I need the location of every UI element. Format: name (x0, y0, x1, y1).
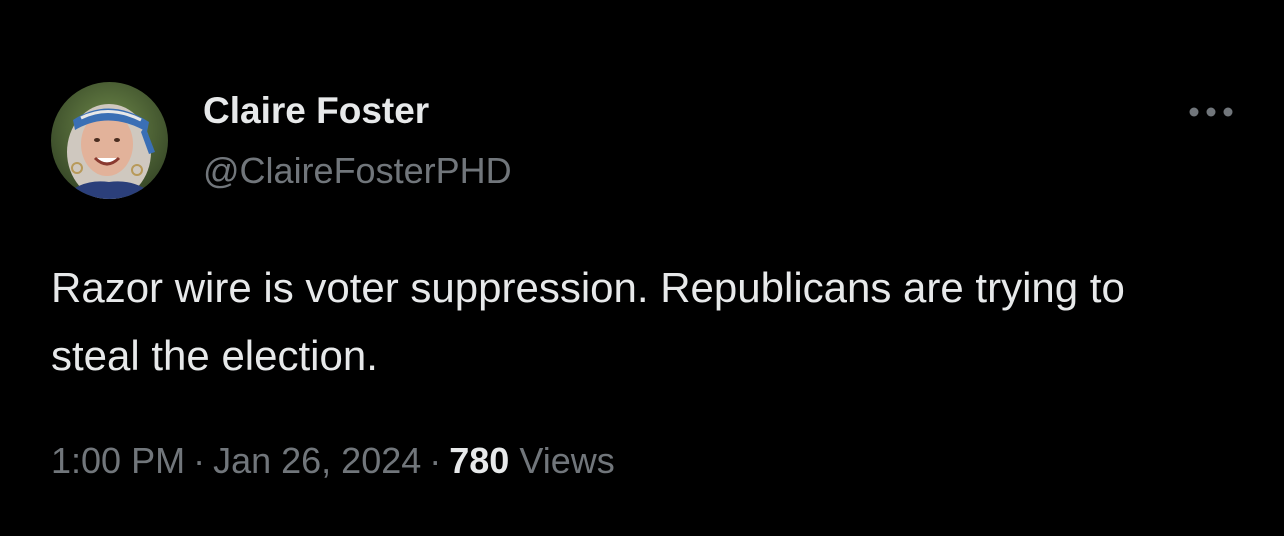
views-label[interactable]: Views (519, 440, 614, 481)
views-count[interactable]: 780 (449, 440, 509, 481)
more-horizontal-icon (1189, 107, 1233, 117)
tweet-meta: 1:00 PM · Jan 26, 2024 · 780 Views (51, 440, 615, 482)
avatar-image (51, 82, 168, 199)
meta-separator: · (429, 440, 442, 481)
display-name[interactable]: Claire Foster (203, 90, 429, 132)
tweet-card: Claire Foster @ClaireFosterPHD Razor wir… (0, 0, 1284, 536)
tweet-date[interactable]: Jan 26, 2024 (213, 440, 421, 481)
meta-separator: · (193, 440, 206, 481)
avatar[interactable] (51, 82, 168, 199)
user-handle[interactable]: @ClaireFosterPHD (203, 150, 512, 192)
tweet-time[interactable]: 1:00 PM (51, 440, 185, 481)
more-options-button[interactable] (1183, 95, 1239, 129)
tweet-text: Razor wire is voter suppression. Republi… (51, 264, 1137, 379)
